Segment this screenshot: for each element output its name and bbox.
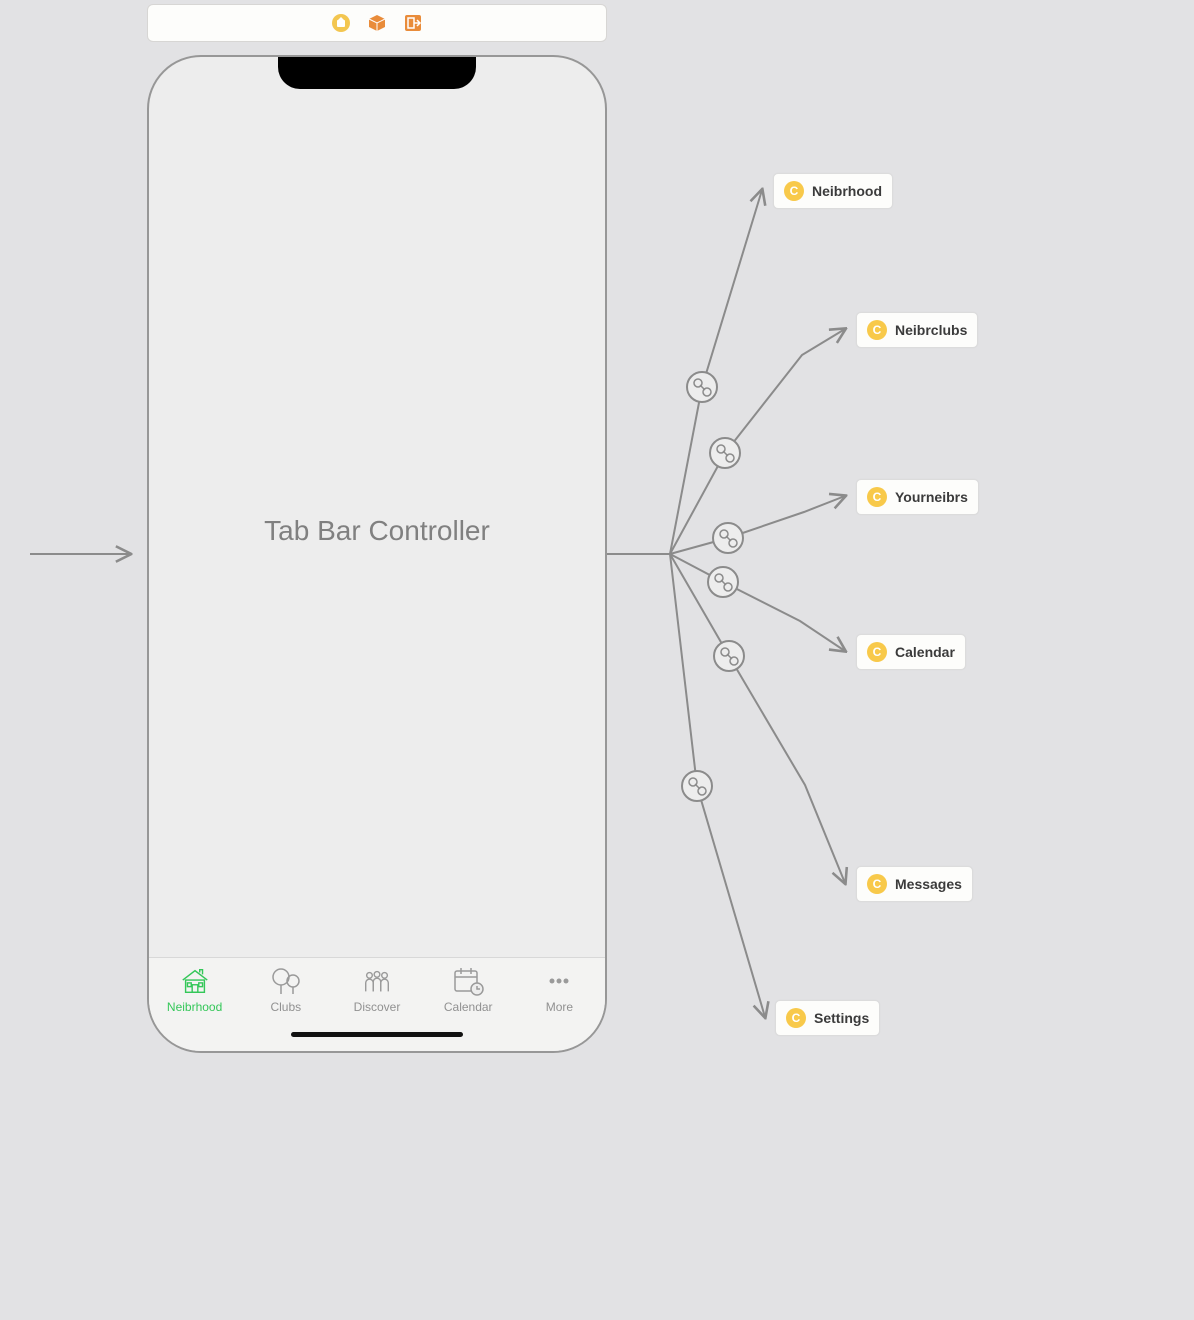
- storyboard-icon[interactable]: [332, 14, 350, 32]
- segue-to-settings: [670, 554, 765, 1017]
- segue-to-calendar: [670, 554, 845, 651]
- tab-clubs[interactable]: Clubs: [240, 966, 331, 1014]
- more-icon: [543, 966, 575, 996]
- dest-label: Neibrclubs: [895, 322, 967, 338]
- dest-label: Messages: [895, 876, 962, 892]
- tab-discover[interactable]: Discover: [331, 966, 422, 1014]
- cube-icon[interactable]: [368, 14, 386, 32]
- segue-to-messages: [670, 554, 845, 883]
- tab-more[interactable]: More: [514, 966, 605, 1014]
- controller-icon: C: [867, 320, 887, 340]
- tab-label: Discover: [354, 1000, 401, 1014]
- dest-label: Neibrhood: [812, 183, 882, 199]
- dest-messages[interactable]: C Messages: [856, 866, 973, 902]
- segue-to-neibrclubs: [670, 329, 845, 554]
- dest-neibrhood[interactable]: C Neibrhood: [773, 173, 893, 209]
- phone-notch: [278, 57, 476, 89]
- dest-neibrclubs[interactable]: C Neibrclubs: [856, 312, 978, 348]
- dest-label: Yourneibrs: [895, 489, 968, 505]
- tab-calendar[interactable]: Calendar: [423, 966, 514, 1014]
- house-icon: [179, 966, 211, 996]
- tree-icon: [270, 966, 302, 996]
- dest-calendar[interactable]: C Calendar: [856, 634, 966, 670]
- tab-label: Neibrhood: [167, 1000, 222, 1014]
- controller-icon: C: [867, 874, 887, 894]
- scene-toolbar[interactable]: [147, 4, 607, 42]
- calendar-icon: [452, 966, 484, 996]
- dest-label: Settings: [814, 1010, 869, 1026]
- tab-label: More: [546, 1000, 573, 1014]
- dest-yourneibrs[interactable]: C Yourneibrs: [856, 479, 979, 515]
- controller-icon: C: [786, 1008, 806, 1028]
- dest-label: Calendar: [895, 644, 955, 660]
- segue-to-yourneibrs: [670, 496, 845, 554]
- exit-icon[interactable]: [404, 14, 422, 32]
- controller-icon: C: [784, 181, 804, 201]
- segue-to-neibrhood: [670, 190, 762, 554]
- phone-mockup: Tab Bar Controller Neibrhood: [147, 55, 607, 1053]
- controller-title: Tab Bar Controller: [149, 515, 605, 547]
- tab-label: Calendar: [444, 1000, 493, 1014]
- tab-neibrhood[interactable]: Neibrhood: [149, 966, 240, 1014]
- tab-label: Clubs: [270, 1000, 301, 1014]
- controller-icon: C: [867, 487, 887, 507]
- home-indicator: [291, 1032, 463, 1037]
- people-icon: [361, 966, 393, 996]
- controller-icon: C: [867, 642, 887, 662]
- dest-settings[interactable]: C Settings: [775, 1000, 880, 1036]
